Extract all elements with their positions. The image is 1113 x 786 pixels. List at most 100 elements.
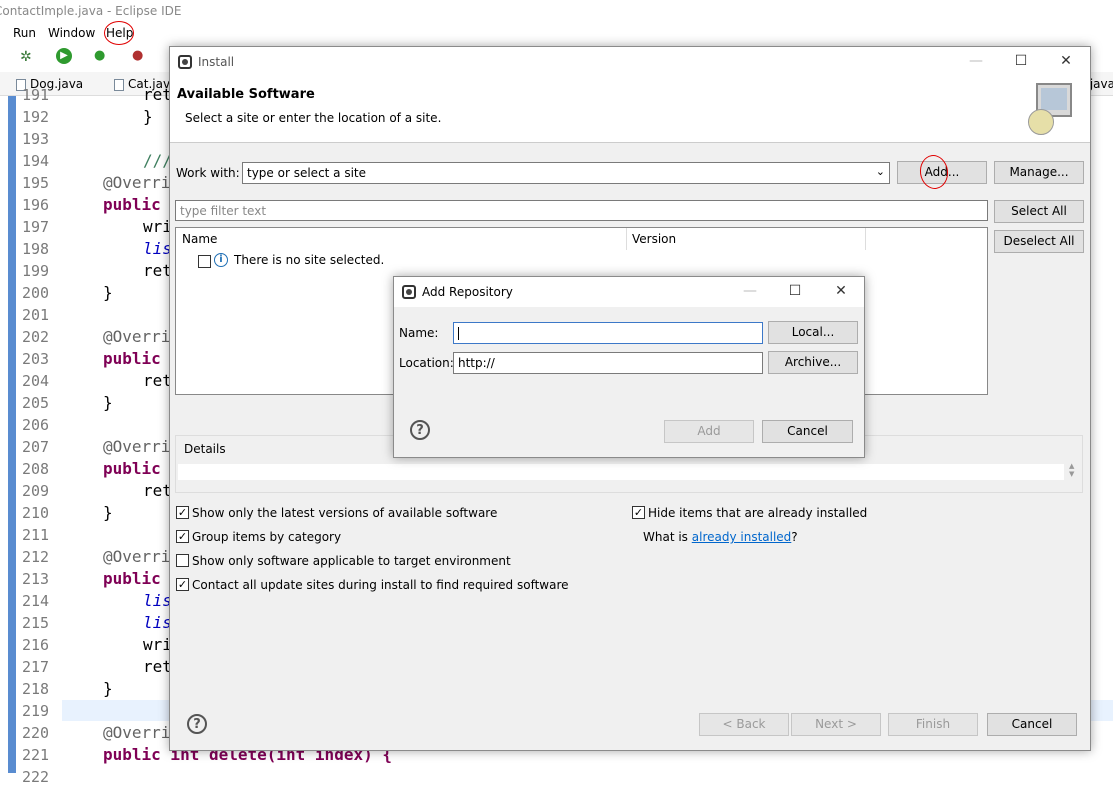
code-line: @Overri	[103, 437, 171, 456]
add-button[interactable]: Add	[664, 420, 754, 443]
location-label: Location:	[399, 356, 454, 370]
code-line: @Overri	[103, 723, 171, 742]
minimize-icon[interactable]: —	[740, 281, 760, 301]
code-line: ret	[143, 261, 172, 280]
code-line: ret	[143, 371, 172, 390]
select-all-button[interactable]: Select All	[994, 200, 1084, 223]
close-icon[interactable]: ✕	[1056, 51, 1076, 71]
line-number: 216	[22, 636, 50, 654]
no-site-text: There is no site selected.	[234, 253, 385, 267]
archive-button[interactable]: Archive...	[768, 351, 858, 374]
code-line: }	[103, 393, 113, 412]
line-number: 197	[22, 218, 50, 236]
deselect-all-button[interactable]: Deselect All	[994, 230, 1084, 253]
install-title: Install	[198, 55, 235, 69]
run-icon[interactable]: ▶	[56, 48, 72, 64]
details-label: Details	[184, 442, 226, 456]
code-line: ret	[143, 85, 172, 104]
code-line: ///	[143, 151, 172, 170]
scroll-arrows-icon[interactable]: ▲ ▼	[1069, 462, 1074, 478]
code-line: wri	[143, 217, 172, 236]
code-line: ret	[143, 481, 172, 500]
line-number: 193	[22, 130, 50, 148]
add-repo-titlebar: Add Repository — ☐ ✕	[394, 277, 864, 307]
work-with-label: Work with:	[176, 166, 240, 180]
menu-run[interactable]: Run	[13, 26, 36, 40]
line-number: 221	[22, 746, 50, 764]
add-repo-title: Add Repository	[422, 285, 513, 299]
line-number: 207	[22, 438, 50, 456]
local-button[interactable]: Local...	[768, 321, 858, 344]
option-label: Contact all update sites during install …	[192, 578, 569, 592]
line-number: 212	[22, 548, 50, 566]
option-checkbox[interactable]: ✓	[176, 530, 189, 543]
install-wizard-icon	[1028, 83, 1074, 137]
eclipse-icon	[178, 55, 192, 69]
code-line: wri	[143, 635, 172, 654]
close-icon[interactable]: ✕	[831, 281, 851, 301]
chevron-down-icon: ⌄	[875, 165, 885, 178]
code-line: }	[143, 107, 153, 126]
finish-button[interactable]: Finish	[888, 713, 978, 736]
location-input[interactable]: http://	[453, 352, 763, 374]
code-line: public	[103, 459, 161, 478]
line-number: 204	[22, 372, 50, 390]
details-text	[178, 464, 1064, 480]
external-tools-icon[interactable]: ●	[132, 48, 143, 63]
line-number: 191	[22, 86, 50, 104]
help-icon[interactable]: ?	[410, 420, 430, 440]
manage-button[interactable]: Manage...	[994, 161, 1084, 184]
code-line: lis	[143, 239, 172, 258]
maximize-icon[interactable]: ☐	[785, 281, 805, 301]
overview-ruler	[8, 96, 16, 773]
line-number: 196	[22, 196, 50, 214]
coverage-icon[interactable]: ●	[94, 48, 105, 63]
filter-input[interactable]: type filter text	[175, 200, 988, 221]
option-checkbox[interactable]	[176, 554, 189, 567]
line-number: 211	[22, 526, 50, 544]
back-button[interactable]: < Back	[699, 713, 789, 736]
line-number: 208	[22, 460, 50, 478]
minimize-icon[interactable]: —	[966, 51, 986, 71]
what-is-suffix: ?	[791, 530, 798, 544]
cancel-button[interactable]: Cancel	[987, 713, 1077, 736]
help-icon[interactable]: ?	[187, 714, 207, 734]
option-checkbox[interactable]: ✓	[176, 506, 189, 519]
column-header-name[interactable]: Name	[182, 232, 217, 246]
line-number: 192	[22, 108, 50, 126]
already-installed-link[interactable]: already installed	[692, 530, 792, 544]
maximize-icon[interactable]: ☐	[1011, 51, 1031, 71]
line-number: 201	[22, 306, 50, 324]
column-header-version[interactable]: Version	[632, 232, 676, 246]
code-line: @Overri	[103, 173, 171, 192]
line-number: 206	[22, 416, 50, 434]
page-subtitle: Select a site or enter the location of a…	[185, 111, 442, 125]
cancel-button[interactable]: Cancel	[762, 420, 853, 443]
line-number: 213	[22, 570, 50, 588]
line-number: 194	[22, 152, 50, 170]
install-header: Available Software Select a site or ente…	[170, 77, 1090, 143]
line-number: 200	[22, 284, 50, 302]
code-line: }	[103, 679, 113, 698]
name-input[interactable]	[453, 322, 763, 344]
what-is-prefix: What is	[643, 530, 692, 544]
menu-window[interactable]: Window	[48, 26, 95, 40]
line-number: 220	[22, 724, 50, 742]
add-annotation-circle	[917, 153, 951, 191]
debug-icon[interactable]: ✲	[20, 49, 32, 65]
line-number: 195	[22, 174, 50, 192]
hide-installed-checkbox[interactable]: ✓	[632, 506, 645, 519]
no-site-checkbox[interactable]	[198, 255, 211, 268]
next-button[interactable]: Next >	[791, 713, 881, 736]
code-line: }	[103, 503, 113, 522]
option-checkbox[interactable]: ✓	[176, 578, 189, 591]
option-label: Show only the latest versions of availab…	[192, 506, 498, 520]
add-repository-dialog: Add Repository — ☐ ✕ Name: Local... Loca…	[393, 276, 865, 458]
code-line: @Overri	[103, 547, 171, 566]
line-number: 217	[22, 658, 50, 676]
line-number: 222	[22, 768, 50, 786]
work-with-combo[interactable]: type or select a site ⌄	[242, 162, 890, 184]
line-number: 219	[22, 702, 50, 720]
install-titlebar: Install — ☐ ✕	[170, 47, 1090, 77]
option-label: Group items by category	[192, 530, 342, 544]
